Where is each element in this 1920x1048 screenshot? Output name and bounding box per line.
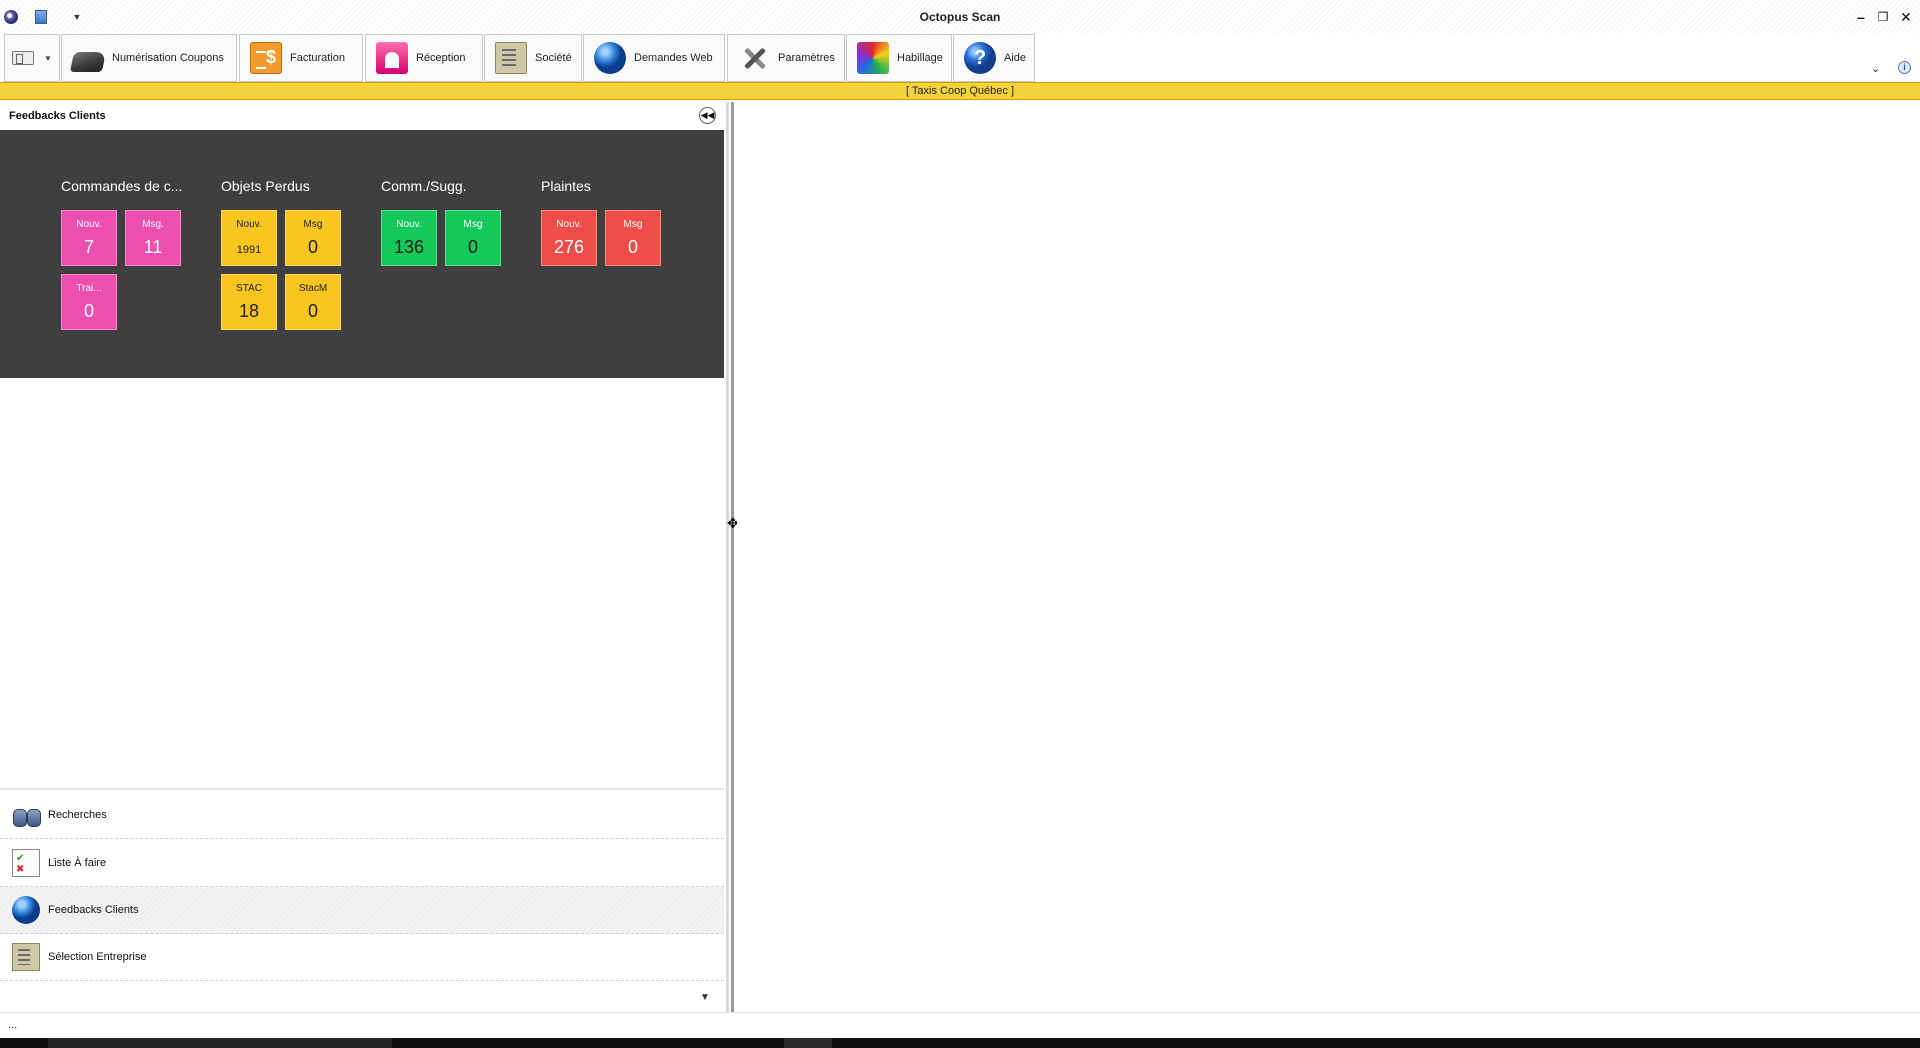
- collapse-panel-button[interactable]: ◀◀: [699, 107, 716, 124]
- main-content-area: [737, 102, 1920, 1012]
- taskbar: [0, 1038, 1920, 1048]
- tab-label: Facturation: [290, 52, 346, 64]
- nav-item-feedbacks-clients[interactable]: Feedbacks Clients: [0, 887, 724, 934]
- tab-reception[interactable]: Réception: [365, 34, 483, 82]
- tab-parametres[interactable]: Paramètres: [727, 34, 845, 82]
- tab-label: Numérisation Coupons: [112, 52, 224, 64]
- tile-comm-nouv[interactable]: Nouv. 136: [381, 210, 437, 266]
- nav-item-label: Sélection Entreprise: [48, 951, 147, 963]
- invoice-icon: [250, 42, 282, 74]
- group-title: Comm./Sugg.: [381, 178, 467, 194]
- tab-label: Habillage: [897, 52, 943, 64]
- tile-value: 0: [627, 237, 638, 257]
- tile-label: Nouv.: [396, 219, 422, 230]
- tile-objets-stacm[interactable]: StacM 0: [285, 274, 341, 330]
- tile-value: 276: [553, 237, 585, 257]
- group-title: Commandes de c...: [61, 178, 183, 194]
- tab-facturation[interactable]: Facturation: [239, 34, 363, 82]
- company-icon: [12, 943, 40, 971]
- tab-label: Demandes Web: [634, 52, 713, 64]
- tab-numerisation-coupons[interactable]: Numérisation Coupons: [61, 34, 237, 82]
- chevron-down-icon: ▼: [44, 53, 52, 63]
- divider: [0, 788, 724, 790]
- tab-demandes-web[interactable]: Demandes Web: [583, 34, 725, 82]
- tile-commandes-nouv[interactable]: Nouv. 7: [61, 210, 117, 266]
- restore-button[interactable]: ❐: [1874, 8, 1892, 26]
- close-button[interactable]: ✕: [1897, 8, 1915, 26]
- palette-icon: [857, 42, 889, 74]
- tile-commandes-trai[interactable]: Trai... 0: [61, 274, 117, 330]
- tab-aide[interactable]: ? Aide: [953, 34, 1035, 82]
- tile-label: Msg: [303, 219, 323, 230]
- tile-label: Trai...: [76, 283, 102, 294]
- tile-label: Msg: [463, 219, 483, 230]
- binoculars-icon: [12, 801, 41, 829]
- globe-icon: [12, 896, 40, 924]
- tile-value: 0: [307, 237, 318, 257]
- nav-item-label: Feedbacks Clients: [48, 904, 139, 916]
- tile-plaintes-msg[interactable]: Msg 0: [605, 210, 661, 266]
- info-icon[interactable]: i: [1898, 61, 1911, 74]
- title-bar: ▼ Octopus Scan – ❐ ✕: [0, 0, 1920, 34]
- ribbon: ▼ Numérisation Coupons Facturation Récep…: [0, 34, 1920, 82]
- tile-plaintes-nouv[interactable]: Nouv. 276: [541, 210, 597, 266]
- tab-label: Paramètres: [778, 52, 835, 64]
- taskbar-item[interactable]: [48, 1038, 392, 1048]
- tile-label: Nouv.: [556, 219, 582, 230]
- status-text: ...: [8, 1019, 18, 1031]
- tile-label: StacM: [298, 283, 328, 294]
- panel-header: Feedbacks Clients ◀◀: [0, 102, 724, 130]
- tile-value: 18: [238, 301, 260, 321]
- tile-label: Msg: [623, 219, 643, 230]
- ribbon-layout-menu-button[interactable]: ▼: [4, 34, 60, 82]
- tile-comm-msg[interactable]: Msg 0: [445, 210, 501, 266]
- globe-icon: [594, 42, 626, 74]
- tile-value: 11: [143, 237, 163, 257]
- status-bar: ...: [0, 1012, 1920, 1038]
- tile-value: 1991: [236, 244, 262, 256]
- nav-item-label: Recherches: [48, 809, 107, 821]
- tile-objets-stac[interactable]: STAC 18: [221, 274, 277, 330]
- layout-icon: [12, 51, 35, 65]
- tile-label: Msg.: [142, 219, 164, 230]
- tab-habillage[interactable]: Habillage: [846, 34, 952, 82]
- todo-list-icon: [12, 849, 40, 877]
- tile-objets-msg[interactable]: Msg 0: [285, 210, 341, 266]
- tab-label: Réception: [416, 52, 466, 64]
- scanner-icon: [69, 52, 107, 72]
- minimize-button[interactable]: –: [1852, 8, 1870, 26]
- tile-value: 7: [83, 237, 94, 257]
- left-panel: Feedbacks Clients ◀◀ Commandes de c... N…: [0, 102, 724, 1012]
- nav-overflow-chevron-icon[interactable]: ▼: [700, 992, 710, 1003]
- nav-item-label: Liste À faire: [48, 857, 107, 869]
- ribbon-collapse-chevron-icon[interactable]: ⌄: [1871, 62, 1880, 75]
- panel-splitter[interactable]: [724, 102, 737, 1012]
- tile-value: 0: [83, 301, 94, 321]
- nav-item-liste-a-faire[interactable]: Liste À faire: [0, 840, 724, 887]
- taskbar-item[interactable]: [784, 1038, 832, 1048]
- panel-title: Feedbacks Clients: [9, 110, 106, 122]
- tile-label: STAC: [236, 283, 262, 294]
- tab-societe[interactable]: Société: [484, 34, 582, 82]
- company-icon: [495, 42, 527, 74]
- company-bar: [ Taxis Coop Québec ]: [0, 82, 1920, 100]
- group-title: Plaintes: [541, 178, 591, 194]
- feedback-dashboard: Commandes de c... Nouv. 7 Msg. 11 Trai..…: [0, 130, 724, 378]
- tile-objets-nouv[interactable]: Nouv. 1991: [221, 210, 277, 266]
- tile-value: 0: [467, 237, 478, 257]
- group-title: Objets Perdus: [221, 178, 310, 194]
- tools-icon: [738, 42, 770, 74]
- tile-label: Nouv.: [236, 219, 262, 230]
- tile-commandes-msg[interactable]: Msg. 11: [125, 210, 181, 266]
- nav-item-recherches[interactable]: Recherches: [0, 792, 724, 839]
- nav-item-selection-entreprise[interactable]: Sélection Entreprise: [0, 934, 724, 981]
- tab-label: Société: [535, 52, 572, 64]
- tile-value: 136: [393, 237, 425, 257]
- tab-label: Aide: [1004, 52, 1027, 64]
- reception-icon: [376, 42, 408, 74]
- tile-label: Nouv.: [76, 219, 102, 230]
- help-icon: ?: [964, 42, 996, 74]
- tile-value: 0: [307, 301, 318, 321]
- window-title: Octopus Scan: [919, 10, 1001, 24]
